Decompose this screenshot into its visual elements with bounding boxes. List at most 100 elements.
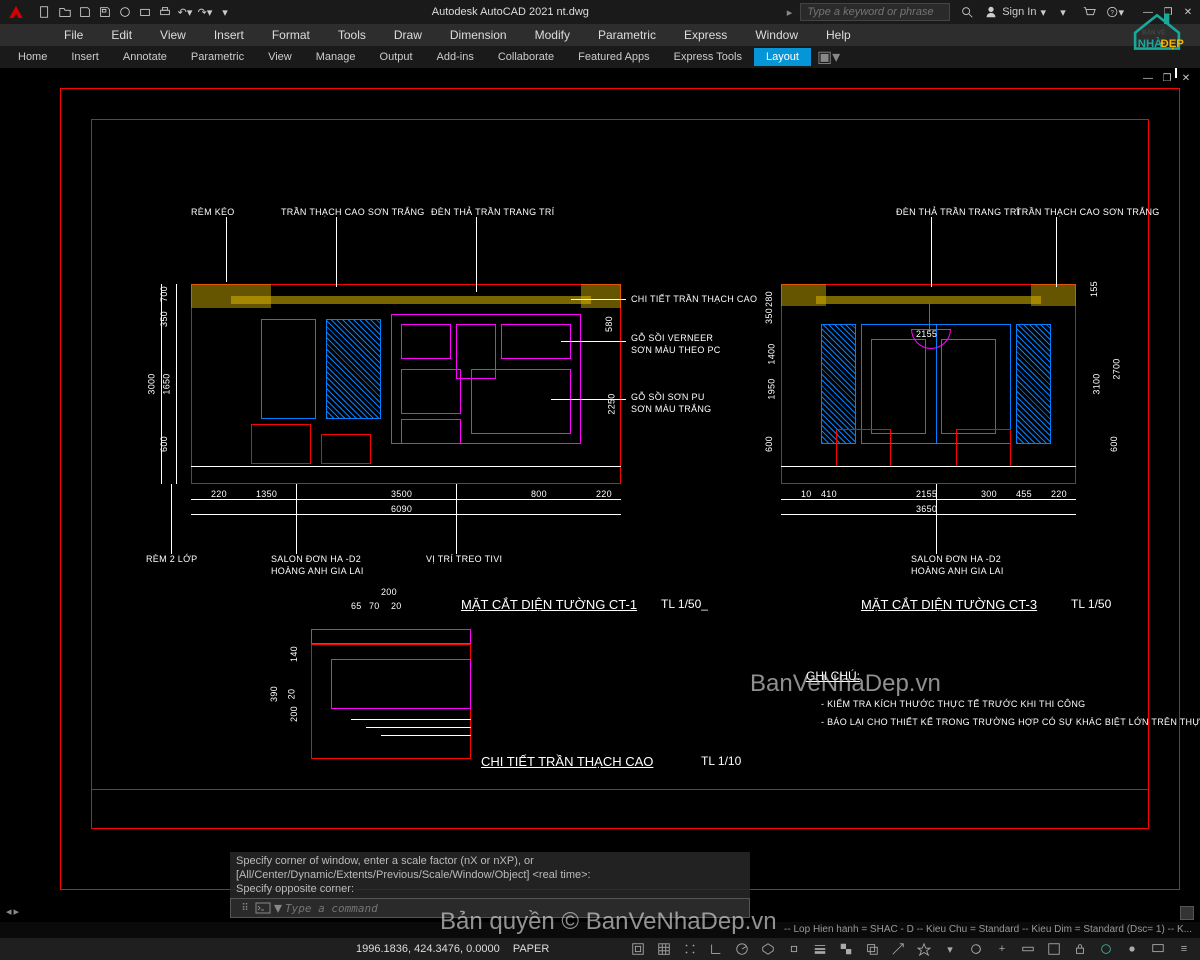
- redo-icon[interactable]: ↷▾: [196, 3, 214, 21]
- drawing-canvas[interactable]: RÈM KÉO TRẦN THẠCH CAO SƠN TRẮNG ĐÈN THẢ…: [0, 68, 1200, 900]
- menu-parametric[interactable]: Parametric: [584, 25, 670, 45]
- tab-annotate[interactable]: Annotate: [111, 48, 179, 66]
- tab-home[interactable]: Home: [6, 48, 59, 66]
- isodraft-icon[interactable]: [758, 940, 778, 958]
- hardware-accel-icon[interactable]: [1096, 940, 1116, 958]
- transparency-icon[interactable]: [836, 940, 856, 958]
- menu-help[interactable]: Help: [812, 25, 865, 45]
- units-icon[interactable]: [1018, 940, 1038, 958]
- clean-screen-icon[interactable]: [1148, 940, 1168, 958]
- layout-scroll[interactable]: ◂ ▸: [6, 905, 19, 918]
- menu-format[interactable]: Format: [258, 25, 324, 45]
- plot-icon[interactable]: [136, 3, 154, 21]
- viewport-scale-icon[interactable]: [888, 940, 908, 958]
- menu-view[interactable]: View: [146, 25, 200, 45]
- undo-icon[interactable]: ↶▾: [176, 3, 194, 21]
- saveas-icon[interactable]: [96, 3, 114, 21]
- label: TRẦN THẠCH CAO SƠN TRẮNG: [1016, 207, 1160, 217]
- exchange-icon[interactable]: ▾: [1054, 3, 1072, 21]
- web-icon[interactable]: [116, 3, 134, 21]
- anno-visibility-icon[interactable]: ▾: [940, 940, 960, 958]
- customize-icon[interactable]: ≡: [1174, 940, 1194, 958]
- quick-props-icon[interactable]: [1044, 940, 1064, 958]
- tab-addins[interactable]: Add-ins: [425, 48, 486, 66]
- svg-text:ĐẸP: ĐẸP: [1161, 38, 1185, 50]
- tab-featured-apps[interactable]: Featured Apps: [566, 48, 662, 66]
- new-icon[interactable]: [36, 3, 54, 21]
- dim: 2250: [607, 393, 617, 414]
- space-label[interactable]: PAPER: [513, 943, 549, 955]
- save-icon[interactable]: [76, 3, 94, 21]
- scale: TL 1/10: [701, 754, 741, 768]
- tab-express-tools[interactable]: Express Tools: [662, 48, 754, 66]
- label: SƠN MÀU THEO PC: [631, 345, 721, 355]
- menu-insert[interactable]: Insert: [200, 25, 258, 45]
- osnap-icon[interactable]: [784, 940, 804, 958]
- tab-insert[interactable]: Insert: [59, 48, 111, 66]
- ribbon-tabs: Home Insert Annotate Parametric View Man…: [0, 46, 1200, 68]
- tab-view[interactable]: View: [256, 48, 304, 66]
- print-icon[interactable]: [156, 3, 174, 21]
- label: ĐÈN THẢ TRẦN TRANG TRÍ: [896, 207, 1019, 217]
- anno-monitor-icon[interactable]: +: [992, 940, 1012, 958]
- notes-title: GHI CHÚ:: [806, 669, 860, 683]
- ribbon-collapse-icon[interactable]: ▣▾: [817, 47, 840, 67]
- dim: 65: [351, 601, 362, 611]
- signin-button[interactable]: Sign In ▾: [984, 5, 1046, 19]
- tab-layout[interactable]: Layout: [754, 48, 811, 66]
- label: SƠN MÀU TRẮNG: [631, 404, 711, 414]
- isolate-icon[interactable]: [1122, 940, 1142, 958]
- tab-parametric[interactable]: Parametric: [179, 48, 256, 66]
- menu-express[interactable]: Express: [670, 25, 741, 45]
- viewport-max-icon[interactable]: [628, 940, 648, 958]
- note: - KIỂM TRA KÍCH THƯỚC THỰC TẾ TRƯỚC KHI …: [821, 699, 1085, 709]
- dim: 3100: [1092, 373, 1102, 394]
- dim: 220: [211, 489, 227, 499]
- menu-file[interactable]: File: [50, 25, 97, 45]
- cmd-prompt-icon: [255, 900, 271, 916]
- tab-collaborate[interactable]: Collaborate: [486, 48, 566, 66]
- lineweight-icon[interactable]: [810, 940, 830, 958]
- ortho-icon[interactable]: [706, 940, 726, 958]
- dim: 410: [821, 489, 837, 499]
- dim: 800: [531, 489, 547, 499]
- doc-minimize-icon[interactable]: —: [1140, 70, 1156, 86]
- viewport-lock-icon[interactable]: [1070, 940, 1090, 958]
- command-line: Specify corner of window, enter a scale …: [230, 852, 750, 918]
- qat-dropdown-icon[interactable]: ▾: [216, 3, 234, 21]
- cart-icon[interactable]: [1080, 3, 1098, 21]
- polar-icon[interactable]: [732, 940, 752, 958]
- label: GỖ SỒI SƠN PU: [631, 392, 705, 402]
- doc-restore-icon[interactable]: ❐: [1159, 70, 1175, 86]
- workspace-icon[interactable]: [966, 940, 986, 958]
- dim: 10: [801, 489, 812, 499]
- scroll-corner[interactable]: [1180, 906, 1194, 920]
- cmd-drag-icon[interactable]: ⠿: [235, 903, 255, 914]
- command-input[interactable]: [285, 902, 745, 915]
- detail-title: CHI TIẾT TRẦN THẠCH CAO: [481, 754, 653, 769]
- menu-tools[interactable]: Tools: [324, 25, 380, 45]
- menu-modify[interactable]: Modify: [521, 25, 584, 45]
- dim: 1350: [256, 489, 277, 499]
- selection-cycle-icon[interactable]: [862, 940, 882, 958]
- anno-scale-icon[interactable]: [914, 940, 934, 958]
- tab-manage[interactable]: Manage: [304, 48, 368, 66]
- svg-text:?: ?: [1111, 9, 1115, 16]
- snap-icon[interactable]: [680, 940, 700, 958]
- signin-dropdown-icon: ▾: [1040, 6, 1046, 19]
- dim: 600: [1109, 436, 1119, 452]
- menu-draw[interactable]: Draw: [380, 25, 436, 45]
- dim: 600: [764, 436, 774, 452]
- menu-dimension[interactable]: Dimension: [436, 25, 521, 45]
- tab-output[interactable]: Output: [368, 48, 425, 66]
- doc-close-icon[interactable]: ✕: [1178, 70, 1194, 86]
- section-title: MẶT CẮT DIỆN TƯỜNG CT-1: [461, 597, 637, 612]
- search-input[interactable]: [800, 3, 950, 21]
- menu-window[interactable]: Window: [741, 25, 812, 45]
- open-icon[interactable]: [56, 3, 74, 21]
- section-title: MẶT CẮT DIỆN TƯỜNG CT-3: [861, 597, 1037, 612]
- search-icon[interactable]: [958, 3, 976, 21]
- menu-edit[interactable]: Edit: [97, 25, 146, 45]
- grid-icon[interactable]: [654, 940, 674, 958]
- label: HOÀNG ANH GIA LAI: [271, 566, 364, 576]
